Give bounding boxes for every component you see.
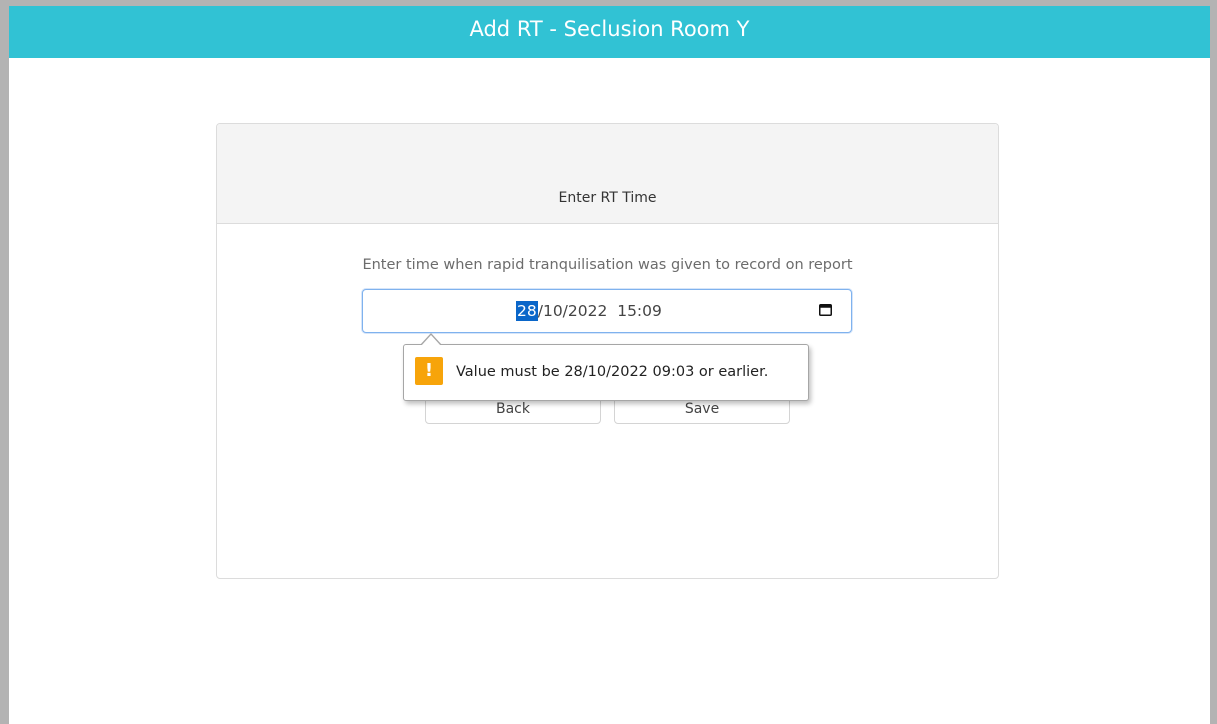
warning-icon: ! [415, 357, 443, 385]
card-header-title: Enter RT Time [558, 190, 657, 206]
calendar-icon[interactable] [819, 304, 832, 316]
datetime-rest-segment[interactable]: /10/2022 15:09 [538, 302, 662, 320]
title-bar: Add RT - Seclusion Room Y [9, 6, 1210, 58]
tooltip-arrow-fill [421, 335, 441, 346]
validation-message: Value must be 28/10/2022 09:03 or earlie… [456, 364, 769, 380]
rt-datetime-input[interactable]: 28/10/2022 15:09 [362, 289, 852, 333]
datetime-day-segment[interactable]: 28 [516, 301, 538, 321]
datetime-value: 28/10/2022 15:09 [516, 301, 662, 321]
validation-tooltip: ! Value must be 28/10/2022 09:03 or earl… [403, 333, 809, 401]
instruction-text: Enter time when rapid tranquilisation wa… [362, 257, 853, 273]
card-header: Enter RT Time [217, 124, 998, 224]
page-title: Add RT - Seclusion Room Y [469, 17, 750, 41]
